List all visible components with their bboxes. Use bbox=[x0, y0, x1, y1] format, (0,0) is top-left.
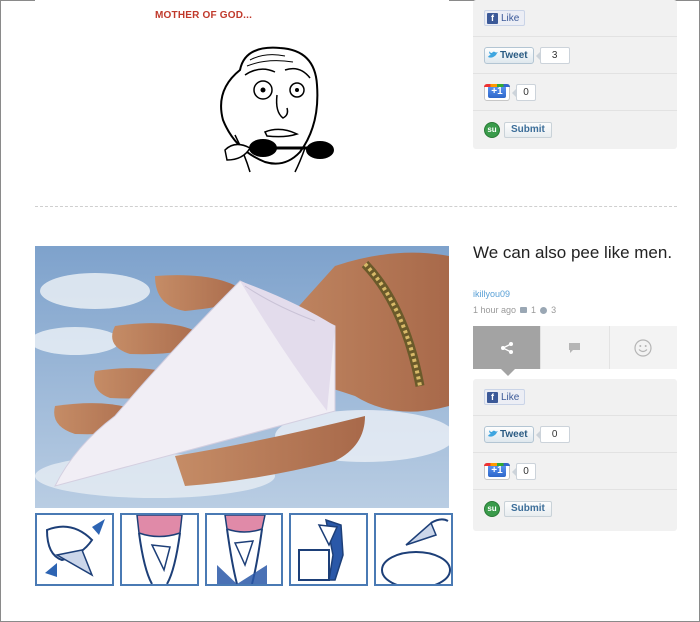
stumbleupon-icon: su bbox=[484, 121, 500, 138]
facebook-like-button[interactable]: f Like bbox=[484, 389, 526, 405]
instruction-step-1 bbox=[35, 513, 114, 586]
comment-tab[interactable] bbox=[541, 326, 610, 369]
stumbleupon-submit[interactable]: su Submit bbox=[484, 121, 552, 138]
post-author-link[interactable]: ikillyou09 bbox=[473, 289, 510, 299]
comment-count-icon bbox=[520, 307, 528, 313]
instruction-step-2 bbox=[119, 513, 199, 586]
facebook-icon: f bbox=[487, 391, 498, 403]
submit-button[interactable]: Submit bbox=[504, 121, 552, 138]
tweet-count: 3 bbox=[535, 46, 570, 64]
tweet-row: Tweet 3 bbox=[473, 37, 677, 74]
plusone-count: 0 bbox=[512, 83, 536, 101]
stumbleupon-submit[interactable]: su Submit bbox=[484, 500, 552, 517]
plusone-row: +1 0 bbox=[473, 74, 677, 111]
emotion-count: 3 bbox=[551, 305, 557, 315]
post-meta: 1 hour ago 1 3 bbox=[473, 305, 556, 315]
google-plus-icon: +1 bbox=[488, 86, 506, 98]
facebook-icon: f bbox=[487, 12, 498, 24]
post-action-bar bbox=[473, 326, 677, 376]
share-icon bbox=[500, 341, 513, 354]
submit-row: su Submit bbox=[473, 490, 677, 527]
tweet-count: 0 bbox=[535, 425, 570, 443]
submit-button[interactable]: Submit bbox=[504, 500, 552, 517]
share-tab[interactable] bbox=[473, 326, 542, 376]
tweet-label: Tweet bbox=[500, 428, 528, 440]
comment-count: 1 bbox=[531, 305, 537, 315]
share-panel-top: f Like Tweet 3 +1 0 su Submit bbox=[473, 0, 677, 149]
facebook-like-button[interactable]: f Like bbox=[484, 10, 526, 26]
tweet-label: Tweet bbox=[500, 49, 528, 61]
post-time: 1 hour ago bbox=[473, 305, 517, 315]
like-label: Like bbox=[501, 12, 520, 24]
instruction-step-4 bbox=[289, 513, 369, 586]
tweet-button[interactable]: Tweet bbox=[484, 46, 534, 64]
tweet-button[interactable]: Tweet bbox=[484, 425, 534, 443]
plusone-row: +1 0 bbox=[473, 453, 677, 490]
post-title[interactable]: We can also pee like men. bbox=[473, 242, 683, 263]
share-panel-bottom: f Like Tweet 0 +1 0 su Submit bbox=[473, 379, 677, 531]
stumbleupon-icon: su bbox=[484, 500, 500, 517]
meme-caption: MOTHER OF GOD... bbox=[155, 10, 253, 21]
twitter-bird-icon bbox=[488, 51, 498, 58]
twitter-bird-icon bbox=[488, 430, 498, 437]
comment-icon bbox=[569, 342, 581, 353]
google-plus-button[interactable]: +1 bbox=[484, 462, 510, 480]
post-divider bbox=[35, 206, 677, 207]
smiley-icon bbox=[634, 338, 652, 357]
rage-face-drawing bbox=[220, 46, 334, 173]
instruction-panels bbox=[35, 513, 453, 586]
hand-holding-paper-funnel-photo bbox=[35, 246, 449, 508]
tweet-row: Tweet 0 bbox=[473, 416, 677, 453]
like-label: Like bbox=[501, 391, 520, 403]
like-row: f Like bbox=[473, 0, 677, 37]
like-row: f Like bbox=[473, 379, 677, 416]
submit-row: su Submit bbox=[473, 111, 677, 148]
meme-image[interactable]: MOTHER OF GOD... bbox=[35, 0, 449, 182]
instruction-step-5 bbox=[374, 513, 453, 586]
emotion-count-icon bbox=[540, 306, 548, 314]
instruction-step-3 bbox=[204, 513, 284, 586]
post-image[interactable] bbox=[35, 246, 449, 508]
emotion-tab[interactable] bbox=[609, 326, 677, 369]
plusone-count: 0 bbox=[512, 462, 536, 480]
google-plus-button[interactable]: +1 bbox=[484, 83, 510, 101]
google-plus-icon: +1 bbox=[488, 465, 506, 477]
